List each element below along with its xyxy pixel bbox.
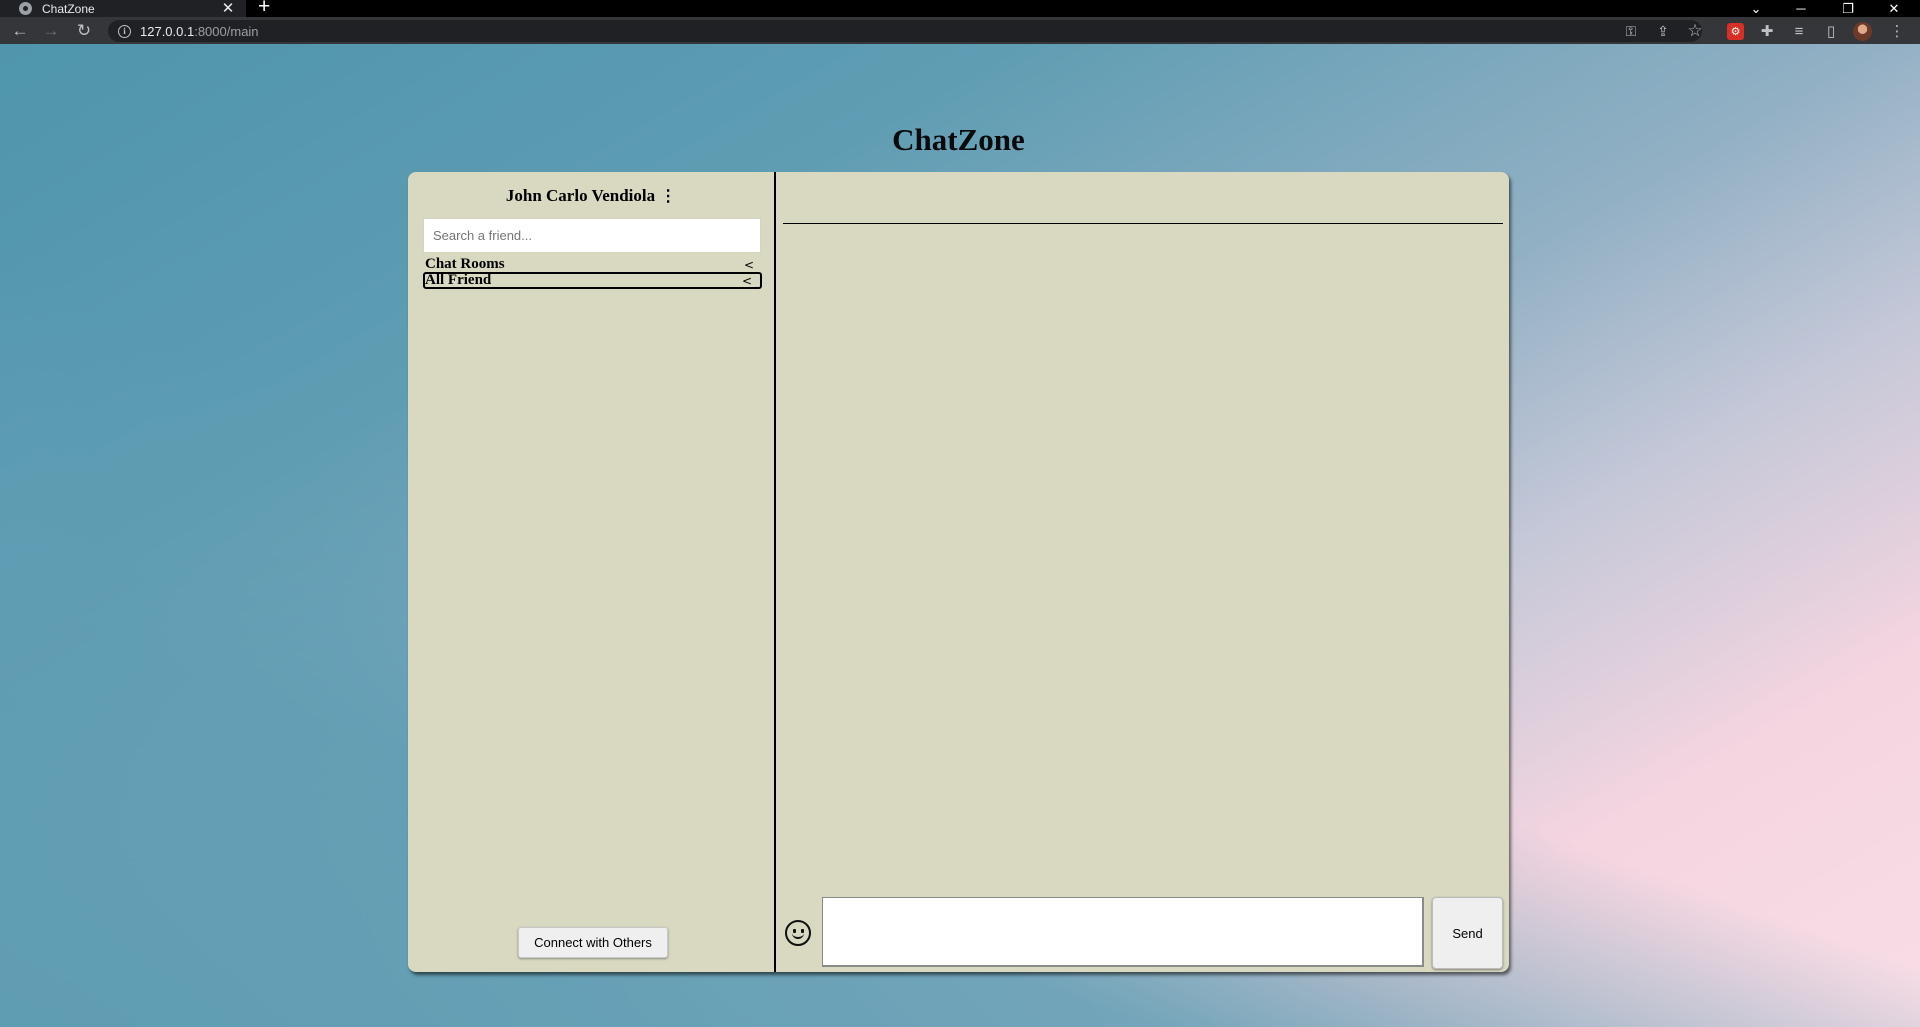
page-background: ChatZone John Carlo Vendiola⋮ Chat Rooms… — [0, 44, 1920, 1027]
restore-icon[interactable]: ❐ — [1826, 0, 1870, 17]
nav-item-label: Chat Rooms — [425, 256, 505, 272]
chevron-left-icon: < — [743, 257, 754, 272]
reload-icon[interactable]: ↻ — [72, 19, 96, 43]
browser-tab-bar: ChatZone ✕ + ⌄ ─ ❐ ✕ — [0, 0, 1920, 17]
key-icon[interactable]: ⚿ — [1619, 19, 1643, 43]
nav-item-all-friend[interactable]: All Friend < — [423, 272, 762, 289]
chat-app-panel: John Carlo Vendiola⋮ Chat Rooms < All Fr… — [408, 172, 1509, 972]
tab-close-icon[interactable]: ✕ — [218, 0, 238, 17]
search-friend-input[interactable] — [423, 218, 761, 253]
window-close-icon[interactable]: ✕ — [1872, 0, 1916, 17]
url-text[interactable]: 127.0.0.1:8000/main — [140, 24, 259, 39]
tab-favicon-icon — [19, 2, 32, 15]
tab-search-icon[interactable]: ⌄ — [1734, 0, 1778, 17]
chat-header-divider — [783, 223, 1503, 224]
tab-title: ChatZone — [42, 1, 95, 16]
more-options-icon[interactable]: ⋮ — [660, 186, 676, 206]
connect-with-others-button[interactable]: Connect with Others — [518, 927, 668, 958]
nav-item-chat-rooms[interactable]: Chat Rooms < — [423, 256, 762, 273]
extension-icon[interactable]: ⚙ — [1727, 23, 1744, 40]
message-input[interactable] — [822, 897, 1424, 967]
browser-tab[interactable]: ChatZone ✕ — [0, 0, 246, 17]
star-icon[interactable]: ☆ — [1683, 19, 1707, 43]
sidebar: John Carlo Vendiola⋮ Chat Rooms < All Fr… — [408, 172, 776, 972]
forward-icon[interactable]: → — [39, 19, 63, 43]
browser-toolbar: ← → ↻ i 127.0.0.1:8000/main ⚿ ⇪ ☆ ⚙ ✚ ≡ … — [0, 17, 1920, 44]
chevron-left-icon: < — [741, 273, 752, 288]
emoji-icon[interactable] — [785, 920, 811, 946]
page-title: ChatZone — [892, 122, 1025, 157]
new-tab-button[interactable]: + — [258, 0, 270, 17]
profile-avatar[interactable] — [1853, 22, 1872, 41]
share-icon[interactable]: ⇪ — [1651, 19, 1675, 43]
puzzle-icon[interactable]: ✚ — [1755, 19, 1779, 43]
nav-item-label: All Friend — [425, 272, 492, 288]
url-path: :8000/main — [194, 23, 259, 39]
sidebar-icon[interactable]: ▯ — [1819, 19, 1843, 43]
menu-icon[interactable]: ⋮ — [1885, 19, 1909, 43]
minimize-icon[interactable]: ─ — [1779, 0, 1823, 17]
address-bar[interactable]: i 127.0.0.1:8000/main — [108, 20, 1702, 42]
back-icon[interactable]: ← — [8, 19, 32, 43]
send-button[interactable]: Send — [1432, 897, 1503, 969]
chat-area: Send — [776, 172, 1509, 972]
user-header: John Carlo Vendiola ⋮ — [408, 186, 774, 206]
info-icon[interactable]: i — [118, 24, 131, 38]
user-name: John Carlo Vendiola — [505, 186, 656, 205]
media-icon[interactable]: ≡ — [1787, 19, 1811, 43]
url-host: 127.0.0.1 — [140, 23, 195, 39]
